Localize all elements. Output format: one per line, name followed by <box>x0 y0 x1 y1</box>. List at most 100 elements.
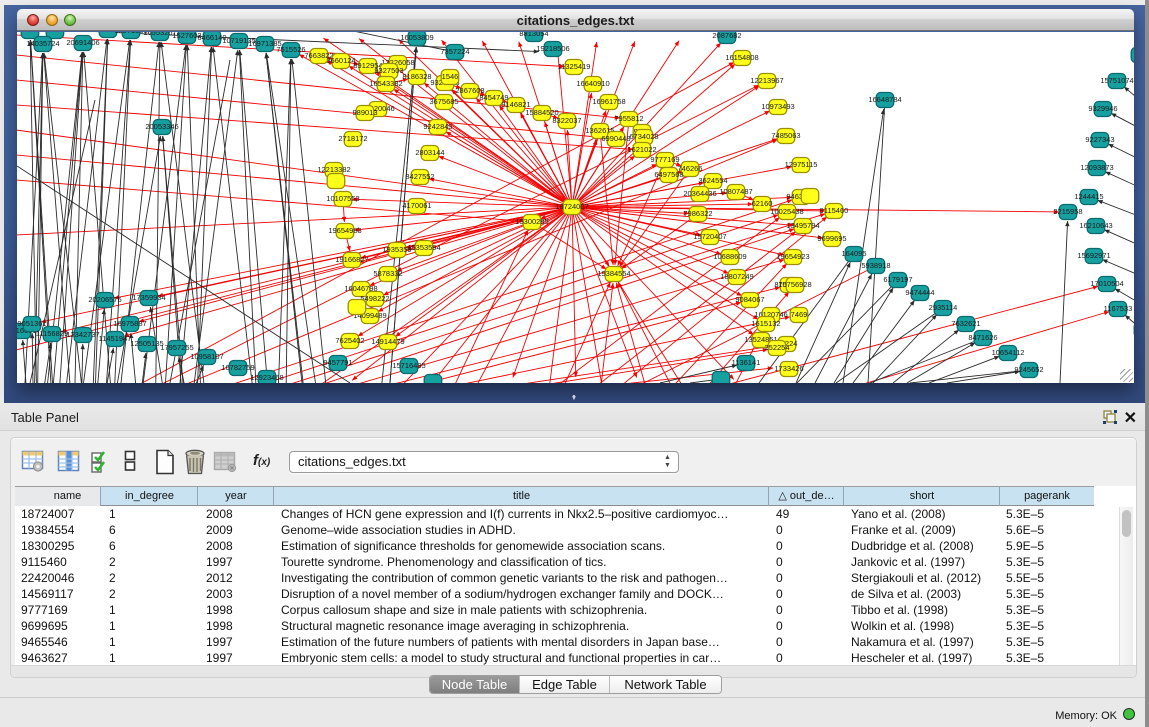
svg-text:16640910: 16640910 <box>576 79 609 88</box>
svg-text:3660124: 3660124 <box>326 56 355 65</box>
svg-text:9227343: 9227343 <box>1085 135 1114 144</box>
svg-text:989013: 989013 <box>352 108 377 117</box>
svg-text:17957255: 17957255 <box>160 343 193 352</box>
svg-text:15751074: 15751074 <box>1100 76 1133 85</box>
svg-text:8471626: 8471626 <box>968 333 997 342</box>
svg-text:8186328: 8186328 <box>402 72 431 81</box>
svg-text:11451947: 11451947 <box>99 334 132 343</box>
svg-text:14914479: 14914479 <box>371 337 404 346</box>
svg-text:10807487: 10807487 <box>719 187 752 196</box>
svg-text:1621022: 1621022 <box>627 145 656 154</box>
svg-text:62160: 62160 <box>752 199 773 208</box>
svg-text:12213967: 12213967 <box>750 76 783 85</box>
svg-text:9474444: 9474444 <box>905 288 934 297</box>
svg-text:18724007: 18724007 <box>555 202 588 211</box>
svg-text:12342737: 12342737 <box>66 330 99 339</box>
svg-text:10973493: 10973493 <box>761 102 794 111</box>
svg-text:1244415: 1244415 <box>1074 192 1103 201</box>
svg-text:12505135: 12505135 <box>130 339 163 348</box>
svg-text:2718172: 2718172 <box>338 134 367 143</box>
svg-text:12213382: 12213382 <box>317 165 350 174</box>
svg-text:20691406: 20691406 <box>66 38 99 47</box>
svg-text:10654112: 10654112 <box>992 348 1025 357</box>
svg-text:2935114: 2935114 <box>929 303 958 312</box>
svg-text:7986322: 7986322 <box>683 209 712 218</box>
svg-text:19166827: 19166827 <box>335 255 368 264</box>
svg-text:12093873: 12093873 <box>1080 163 1113 172</box>
svg-text:1136141: 1136141 <box>732 358 761 367</box>
svg-text:7357224: 7357224 <box>440 47 469 56</box>
svg-text:15300285: 15300285 <box>515 217 548 226</box>
svg-text:9699695: 9699695 <box>817 234 846 243</box>
svg-text:13495794: 13495794 <box>786 221 819 230</box>
svg-text:6990448: 6990448 <box>601 134 630 143</box>
svg-text:1167533: 1167533 <box>1104 304 1133 313</box>
svg-text:16961758: 16961758 <box>592 97 625 106</box>
svg-text:15720407: 15720407 <box>693 232 726 241</box>
svg-text:1615132: 1615132 <box>751 319 780 328</box>
svg-text:7632621: 7632621 <box>951 319 980 328</box>
svg-text:14035724: 14035724 <box>26 39 59 48</box>
svg-text:16782759: 16782759 <box>221 363 254 372</box>
svg-text:20364436: 20364436 <box>683 189 716 198</box>
svg-text:9327503: 9327503 <box>374 66 403 75</box>
svg-text:1733426: 1733426 <box>774 364 803 373</box>
svg-text:8813054: 8813054 <box>519 32 548 38</box>
svg-text:9329946: 9329946 <box>1088 104 1117 113</box>
svg-text:11325419: 11325419 <box>558 62 591 71</box>
svg-text:17010504: 17010504 <box>1090 279 1123 288</box>
svg-text:10756928: 10756928 <box>778 280 811 289</box>
svg-text:19654923: 19654923 <box>776 252 809 261</box>
svg-text:5878332: 5878332 <box>373 269 402 278</box>
svg-text:9084067: 9084067 <box>735 295 764 304</box>
svg-text:20053346: 20053346 <box>145 122 178 131</box>
svg-text:2803144: 2803144 <box>415 148 444 157</box>
svg-text:16154808: 16154808 <box>725 53 758 62</box>
svg-text:12975115: 12975115 <box>785 160 818 169</box>
svg-text:9051361: 9051361 <box>17 319 46 328</box>
svg-text:16975887: 16975887 <box>113 319 146 328</box>
svg-text:3215958: 3215958 <box>1053 207 1082 216</box>
svg-text:9245652: 9245652 <box>1014 365 1043 374</box>
svg-text:9457791: 9457791 <box>323 358 352 367</box>
svg-text:7515526: 7515526 <box>276 45 305 54</box>
svg-text:2087682: 2087682 <box>712 32 741 40</box>
svg-text:16543382: 16543382 <box>369 79 402 88</box>
svg-text:5938918: 5938918 <box>861 261 890 270</box>
svg-text:16648784: 16648784 <box>868 95 901 104</box>
svg-text:7625402: 7625402 <box>335 336 364 345</box>
svg-text:6179197: 6179197 <box>883 275 912 284</box>
svg-text:19384554: 19384554 <box>597 269 630 278</box>
svg-text:16210643: 16210643 <box>1079 221 1112 230</box>
svg-text:10688609: 10688609 <box>713 252 746 261</box>
svg-text:9242845: 9242845 <box>423 122 452 131</box>
svg-text:20206576: 20206576 <box>88 295 121 304</box>
svg-text:164095: 164095 <box>841 249 866 258</box>
svg-text:9777169: 9777169 <box>650 155 679 164</box>
svg-text:11156829: 11156829 <box>36 329 68 338</box>
svg-text:15692971: 15692971 <box>1077 251 1110 260</box>
svg-text:7955812: 7955812 <box>614 114 643 123</box>
svg-text:16053809: 16053809 <box>400 33 433 42</box>
svg-text:6497568: 6497568 <box>654 170 683 179</box>
svg-text:12923468: 12923468 <box>250 373 283 382</box>
svg-text:6734028: 6734028 <box>629 132 658 141</box>
svg-text:9115460: 9115460 <box>820 206 849 215</box>
svg-text:15716485: 15716485 <box>392 361 425 370</box>
svg-text:3624554: 3624554 <box>698 176 727 185</box>
svg-text:8322037: 8322037 <box>552 116 581 125</box>
svg-text:4170061: 4170061 <box>402 201 431 210</box>
svg-text:18807249: 18807249 <box>720 272 753 281</box>
svg-text:3675685: 3675685 <box>429 97 458 106</box>
svg-text:7485063: 7485063 <box>771 131 800 140</box>
svg-text:10025438: 10025438 <box>770 207 803 216</box>
svg-text:10107553: 10107553 <box>326 194 359 203</box>
svg-text:19218506: 19218506 <box>536 44 569 53</box>
svg-text:1546: 1546 <box>442 72 459 81</box>
svg-text:15353594: 15353594 <box>407 243 440 252</box>
svg-text:10958107: 10958107 <box>190 352 223 361</box>
svg-text:8427552: 8427552 <box>405 172 434 181</box>
svg-text:19654983: 19654983 <box>328 226 361 235</box>
svg-text:17359934: 17359934 <box>132 293 165 302</box>
svg-text:252254: 252254 <box>764 343 789 352</box>
